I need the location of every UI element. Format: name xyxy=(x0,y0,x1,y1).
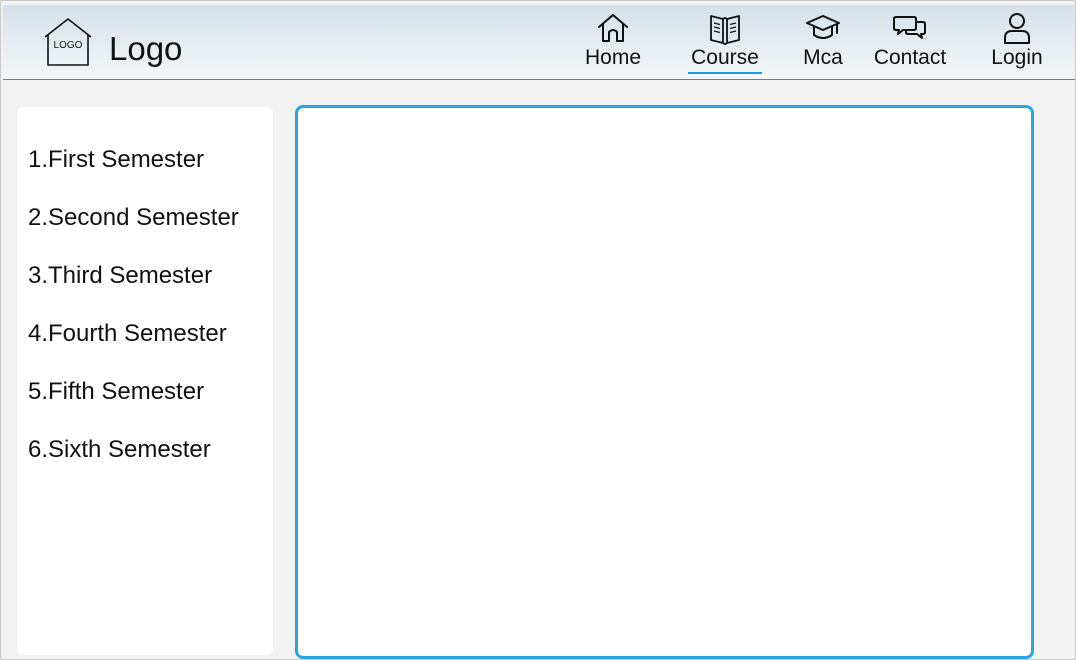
chat-bubbles-icon xyxy=(893,16,926,39)
nav-contact-label: Contact xyxy=(873,46,947,69)
nav-course[interactable]: Course xyxy=(686,5,764,79)
sidebar-item-first-semester[interactable]: 1.First Semester xyxy=(28,145,204,175)
semester-sidebar: 1.First Semester 2.Second Semester 3.Thi… xyxy=(17,107,273,655)
sidebar-item-second-semester[interactable]: 2.Second Semester xyxy=(28,203,239,233)
logo-badge-text: LOGO xyxy=(54,40,83,51)
sidebar-item-fifth-semester[interactable]: 5.Fifth Semester xyxy=(28,377,204,407)
nav-mca-label: Mca xyxy=(803,46,843,69)
nav-contact[interactable]: Contact xyxy=(865,5,955,79)
sidebar-item-fourth-semester[interactable]: 4.Fourth Semester xyxy=(28,319,227,349)
nav-mca[interactable]: Mca xyxy=(796,5,850,79)
sidebar-item-third-semester[interactable]: 3.Third Semester xyxy=(28,261,212,291)
content-panel xyxy=(295,105,1034,659)
nav-home[interactable]: Home xyxy=(580,5,646,79)
nav-home-label: Home xyxy=(584,46,642,69)
graduation-cap-icon xyxy=(806,15,840,39)
nav-login-label: Login xyxy=(991,46,1043,69)
sidebar-item-sixth-semester[interactable]: 6.Sixth Semester xyxy=(28,435,211,465)
home-icon xyxy=(598,14,628,42)
header-bar: LOGO Logo Home Course Mca Contact Login xyxy=(3,5,1075,80)
nav-course-label: Course xyxy=(691,46,759,69)
user-icon xyxy=(1004,13,1030,44)
nav-login[interactable]: Login xyxy=(985,5,1049,79)
logo-text[interactable]: Logo xyxy=(109,29,182,69)
book-icon xyxy=(710,15,740,45)
app-frame: LOGO Logo Home Course Mca Contact Login … xyxy=(0,0,1076,660)
active-tab-underline xyxy=(688,72,762,74)
logo-house-icon[interactable]: LOGO xyxy=(41,15,95,69)
